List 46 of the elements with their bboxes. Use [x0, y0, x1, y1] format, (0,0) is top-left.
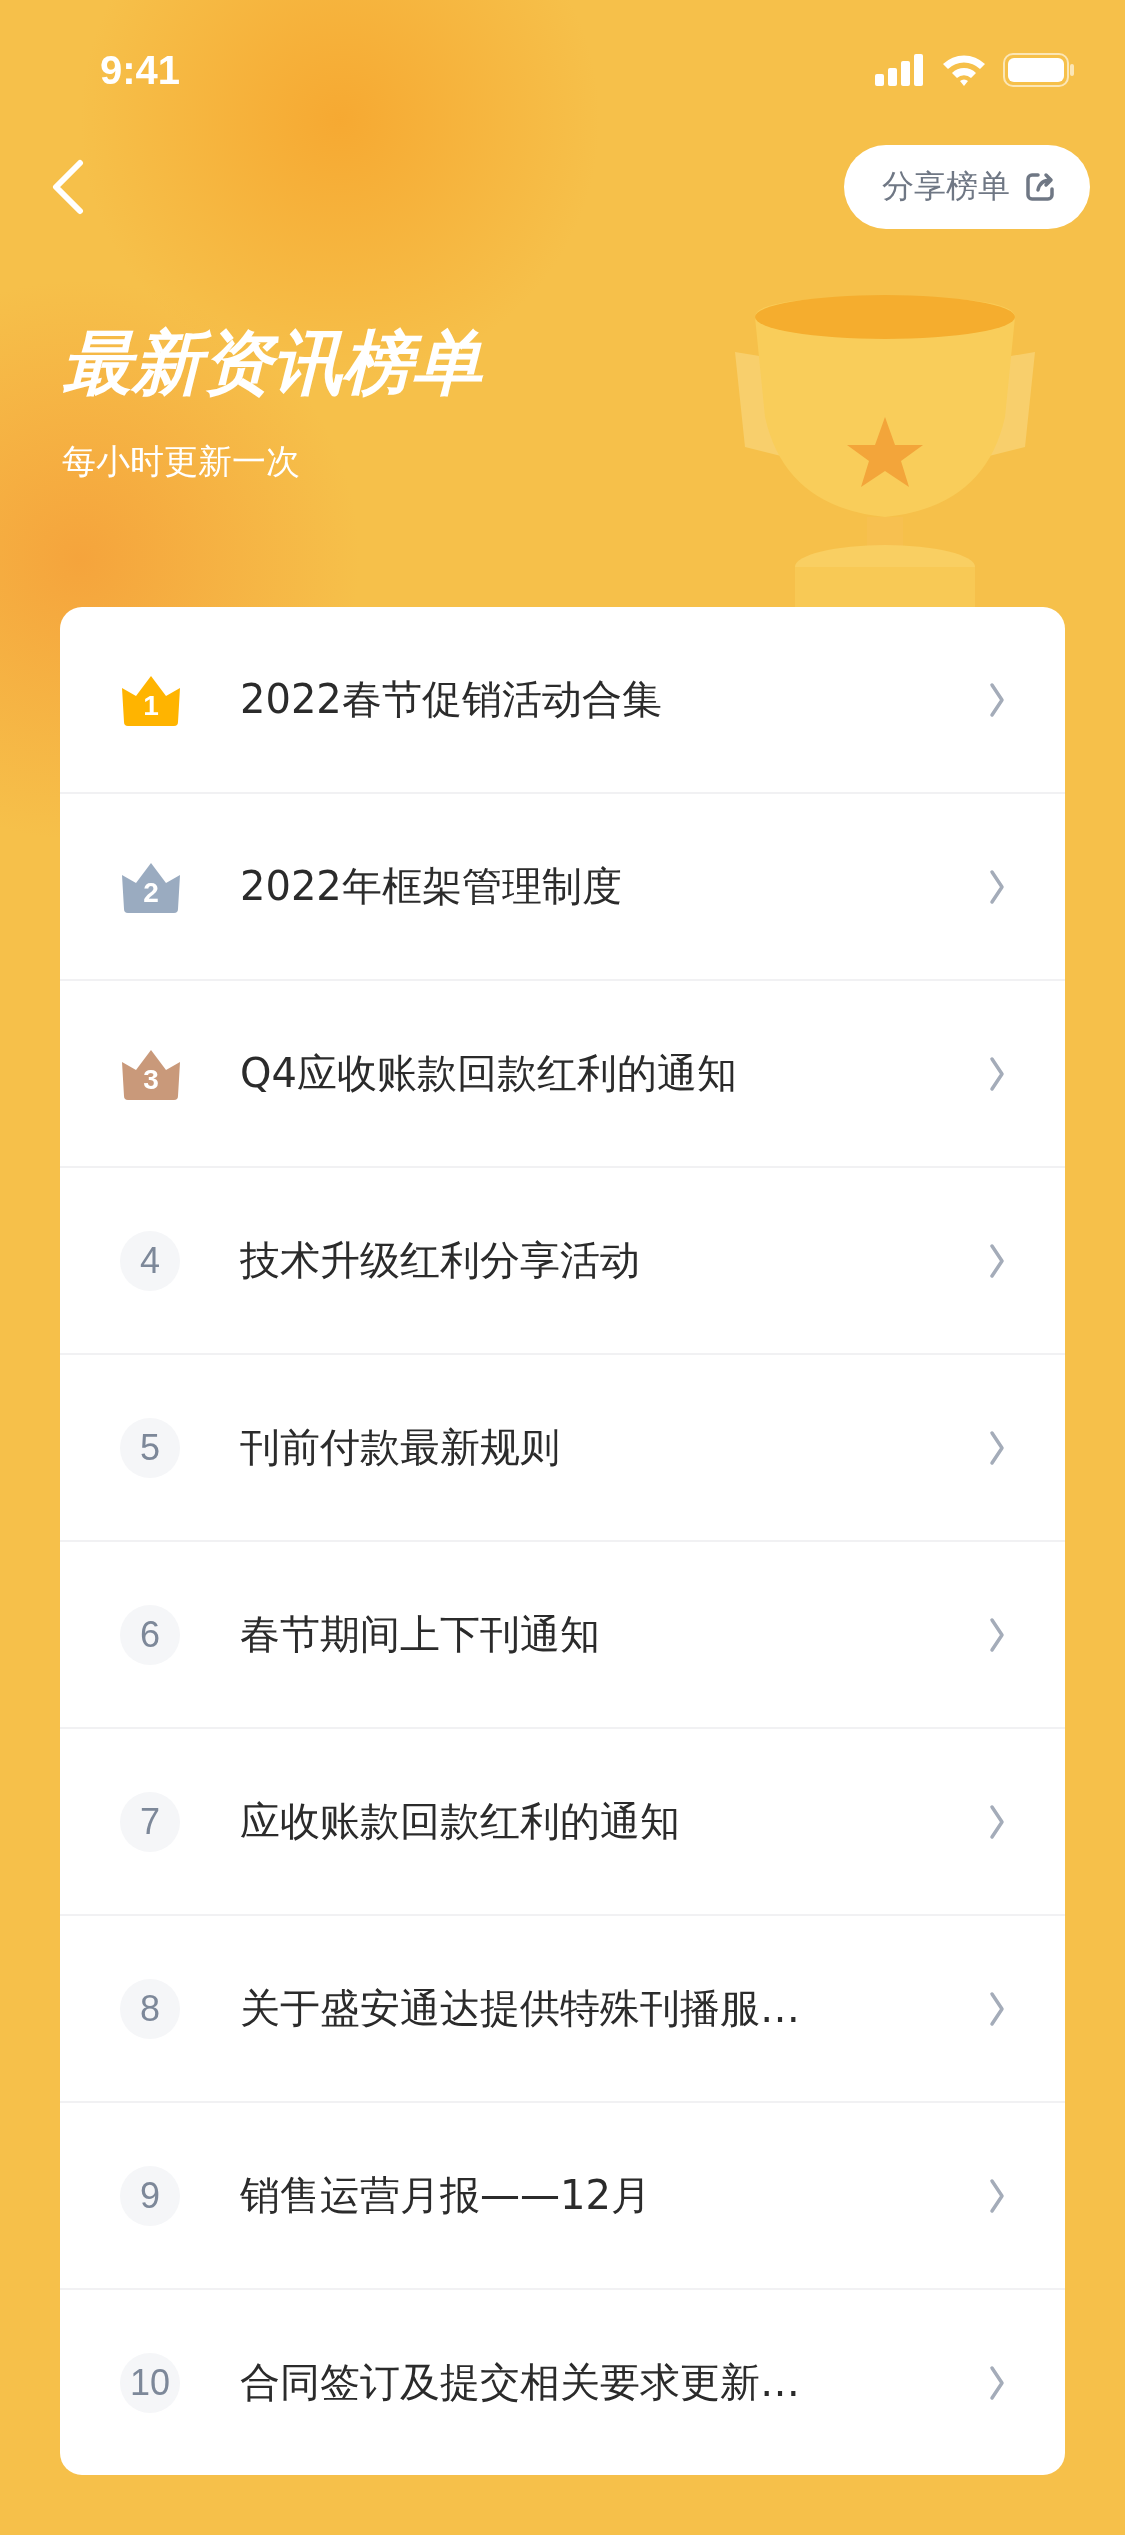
signal-icon	[875, 54, 925, 86]
chevron-right-icon	[989, 1242, 1005, 1279]
rank-number: 5	[120, 1417, 180, 1478]
chevron-right-icon	[989, 1803, 1005, 1840]
rank-number: 10	[120, 2352, 180, 2413]
ranking-item[interactable]: 4 技术升级红利分享活动	[60, 1166, 1065, 1353]
item-title: 应收账款回款红利的通知	[240, 1797, 681, 1846]
item-title: 2022年框架管理制度	[240, 862, 623, 911]
item-title: 合同签订及提交相关要求更新…	[240, 2358, 801, 2407]
page-title: 最新资讯榜单	[62, 321, 482, 406]
item-title: Q4应收账款回款红利的通知	[240, 1049, 738, 1098]
ranking-item[interactable]: 3 Q4应收账款回款红利的通知	[60, 979, 1065, 1166]
item-title: 2022春节促销活动合集	[240, 675, 663, 724]
chevron-right-icon	[989, 681, 1005, 718]
ranking-item[interactable]: 6 春节期间上下刊通知	[60, 1540, 1065, 1727]
status-time: 9:41	[100, 47, 181, 93]
item-title: 销售运营月报——12月	[240, 2171, 652, 2220]
chevron-right-icon	[989, 2364, 1005, 2401]
share-button[interactable]: 分享榜单	[844, 145, 1090, 229]
wifi-icon	[941, 53, 987, 87]
ranking-item[interactable]: 8 关于盛安通达提供特殊刊播服…	[60, 1914, 1065, 2101]
rank-number: 4	[120, 1230, 180, 1291]
ranking-item[interactable]: 9 销售运营月报——12月	[60, 2101, 1065, 2288]
item-title: 刊前付款最新规则	[240, 1423, 561, 1472]
chevron-right-icon	[989, 2177, 1005, 2214]
chevron-right-icon	[989, 1429, 1005, 1466]
battery-icon	[1003, 53, 1075, 87]
item-title: 关于盛安通达提供特殊刊播服…	[240, 1984, 801, 2033]
ranking-item[interactable]: 2 2022年框架管理制度	[60, 792, 1065, 979]
rank-number: 7	[120, 1791, 180, 1852]
rank-number: 9	[120, 2165, 180, 2226]
ranking-item[interactable]: 7 应收账款回款红利的通知	[60, 1727, 1065, 1914]
item-title: 春节期间上下刊通知	[240, 1610, 601, 1659]
ranking-item[interactable]: 5 刊前付款最新规则	[60, 1353, 1065, 1540]
back-icon[interactable]	[50, 159, 84, 215]
share-icon	[1024, 171, 1056, 203]
chevron-right-icon	[989, 868, 1005, 905]
ranking-item[interactable]: 10 合同签订及提交相关要求更新…	[60, 2288, 1065, 2475]
chevron-right-icon	[989, 1055, 1005, 1092]
rank-number: 6	[120, 1604, 180, 1665]
ranking-item[interactable]: 1 2022春节促销活动合集	[60, 607, 1065, 792]
rank-number: 8	[120, 1978, 180, 2039]
chevron-right-icon	[989, 1990, 1005, 2027]
item-title: 技术升级红利分享活动	[240, 1236, 641, 1285]
update-note: 每小时更新一次	[62, 440, 300, 483]
chevron-right-icon	[989, 1616, 1005, 1653]
